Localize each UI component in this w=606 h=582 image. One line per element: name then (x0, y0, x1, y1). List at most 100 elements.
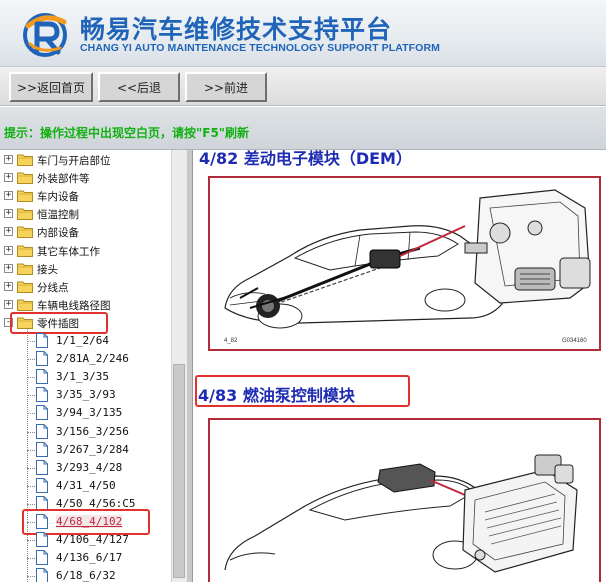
tree-document-label[interactable]: 3/94_3/135 (56, 406, 122, 419)
expand-icon[interactable]: + (4, 155, 13, 164)
tree-folder[interactable]: + 车内设备 (0, 187, 171, 205)
expand-icon[interactable]: + (4, 245, 13, 255)
tree-document[interactable]: 2/81A_2/246 (0, 350, 171, 368)
document-icon (36, 423, 48, 439)
expand-icon[interactable]: + (4, 191, 13, 201)
tree-folder-label[interactable]: 接头 (37, 262, 58, 277)
expand-icon[interactable]: + (4, 263, 13, 273)
tree-document-label[interactable]: 3/293_4/28 (56, 461, 122, 474)
tree-folder-label[interactable]: 车辆电线路径图 (37, 298, 111, 313)
tree-document-label[interactable]: 4/106_4/127 (56, 533, 129, 546)
tree-document-label[interactable]: 3/1_3/35 (56, 370, 109, 383)
back-button[interactable]: <<后退 (98, 72, 180, 102)
collapse-icon[interactable]: - (4, 317, 13, 327)
tree-document-label[interactable]: 2/81A_2/246 (56, 352, 129, 365)
tree-document[interactable]: 3/35_3/93 (0, 386, 171, 404)
tree-document[interactable]: 4/136_6/17 (0, 549, 171, 567)
tree-folder-label[interactable]: 恒温控制 (37, 207, 79, 222)
section-title-4-82: 4/82 差动电子模块（DEM） (199, 150, 412, 168)
tree-folder[interactable]: + 恒温控制 (0, 205, 171, 223)
tree-folder-label[interactable]: 分线点 (37, 280, 69, 295)
home-button[interactable]: >>返回首页 (9, 72, 93, 102)
tree-connector-line (27, 359, 35, 361)
folder-icon (17, 244, 33, 257)
tree-folder[interactable]: + 车门与开启部位 (0, 151, 171, 169)
expand-icon[interactable]: + (4, 209, 13, 219)
tree-document-label[interactable]: 3/35_3/93 (56, 388, 116, 401)
tree-folder[interactable]: + 其它车体工作 (0, 242, 171, 260)
tree-document-label[interactable]: 4/68_4/102 (56, 515, 123, 528)
tree-document[interactable]: 3/1_3/35 (0, 368, 171, 386)
tree-document[interactable]: 4/106_4/127 (0, 531, 171, 549)
tree-folder[interactable]: + 外装部件等 (0, 169, 171, 187)
tree-folder-label[interactable]: 零件插图 (37, 316, 79, 331)
figure1-code-right: G034160 (562, 338, 587, 344)
folder-icon (17, 280, 33, 293)
tree-document-label[interactable]: 6/18_6/32 (56, 569, 116, 582)
expand-icon[interactable]: + (4, 173, 13, 183)
folder-icon (17, 207, 33, 221)
tree-document[interactable]: 1/1_2/64 (0, 332, 171, 350)
tree-connector-line (27, 522, 35, 523)
tree-folder[interactable]: + 接头 (0, 260, 171, 278)
folder-icon (17, 225, 33, 239)
app-subtitle: CHANG YI AUTO MAINTENANCE TECHNOLOGY SUP… (80, 42, 440, 54)
tree-folder[interactable]: + 内部设备 (0, 223, 171, 241)
tree-document[interactable]: 3/94_3/135 (0, 404, 171, 422)
tree-document-label[interactable]: 4/136_6/17 (56, 551, 122, 564)
tree-folder[interactable]: + 分线点 (0, 278, 171, 296)
car-dem-illustration (224, 189, 591, 329)
expand-icon[interactable]: + (4, 299, 13, 309)
tree-connector-line (27, 413, 35, 415)
tree-connector-line (27, 467, 35, 469)
tree-document[interactable]: 3/267_3/284 (0, 441, 171, 459)
document-icon (36, 441, 48, 457)
tree-document[interactable]: 4/31_4/50 (0, 477, 171, 495)
pane-splitter[interactable] (186, 150, 193, 582)
forward-button[interactable]: >>前进 (185, 72, 267, 102)
folder-icon (17, 316, 33, 329)
document-icon (36, 369, 48, 385)
scrollbar-thumb[interactable] (173, 364, 185, 578)
tree-document[interactable]: 4/50_4/56:C5 (0, 495, 171, 513)
tree-document[interactable]: 3/156_3/256 (0, 423, 171, 441)
tree-document-label[interactable]: 3/156_3/256 (56, 425, 129, 438)
tree-connector-line (27, 341, 35, 342)
document-icon (36, 532, 48, 548)
folder-icon (17, 153, 33, 166)
tree-connector-line (27, 431, 35, 433)
tree-connector-line (27, 576, 35, 578)
tree-folder-label[interactable]: 车门与开启部位 (37, 153, 111, 168)
content-pane: 4/82 差动电子模块（DEM） 4_82 G034160 4/83 燃油泵控制… (193, 150, 606, 582)
tree-folder[interactable]: - 零件插图 (0, 314, 171, 332)
tree-document[interactable]: 4/68_4/102 (0, 513, 171, 531)
expand-icon[interactable]: + (4, 227, 13, 237)
figure-dem: 4_82 G034160 (208, 176, 601, 351)
figure-fuel-pump-module (208, 418, 601, 582)
tree-document[interactable]: 6/18_6/32 (0, 567, 171, 582)
figure1-code-left: 4_82 (224, 338, 238, 344)
tree-document[interactable]: 3/293_4/28 (0, 459, 171, 477)
tree-folder-label[interactable]: 车内设备 (37, 189, 79, 204)
tree-document-label[interactable]: 3/267_3/284 (56, 443, 129, 456)
document-icon (36, 459, 48, 475)
car-fuel-pump-illustration (224, 454, 578, 573)
tree-folder-label[interactable]: 外装部件等 (37, 171, 90, 186)
tree-connector-line (27, 540, 35, 542)
folder-icon (17, 262, 33, 275)
tree-document-label[interactable]: 4/50_4/56:C5 (56, 497, 135, 510)
folder-icon (17, 298, 33, 311)
tree-folder-label[interactable]: 内部设备 (37, 225, 79, 240)
document-icon (36, 568, 48, 582)
document-icon (36, 550, 48, 566)
tree-folder-label[interactable]: 其它车体工作 (37, 244, 100, 259)
tree-scrollbar[interactable] (171, 150, 186, 582)
app-title: 畅易汽车维修技术支持平台 (80, 15, 393, 44)
section-title-4-83: 4/83 燃油泵控制模块 (198, 386, 355, 405)
tree-folder[interactable]: + 车辆电线路径图 (0, 296, 171, 314)
tip-text: 提示：操作过程中出现空白页，请按"F5"刷新 (4, 126, 250, 140)
folder-icon (17, 189, 33, 203)
expand-icon[interactable]: + (4, 281, 13, 291)
tree-document-label[interactable]: 4/31_4/50 (56, 479, 116, 492)
tree-document-label[interactable]: 1/1_2/64 (56, 334, 109, 347)
